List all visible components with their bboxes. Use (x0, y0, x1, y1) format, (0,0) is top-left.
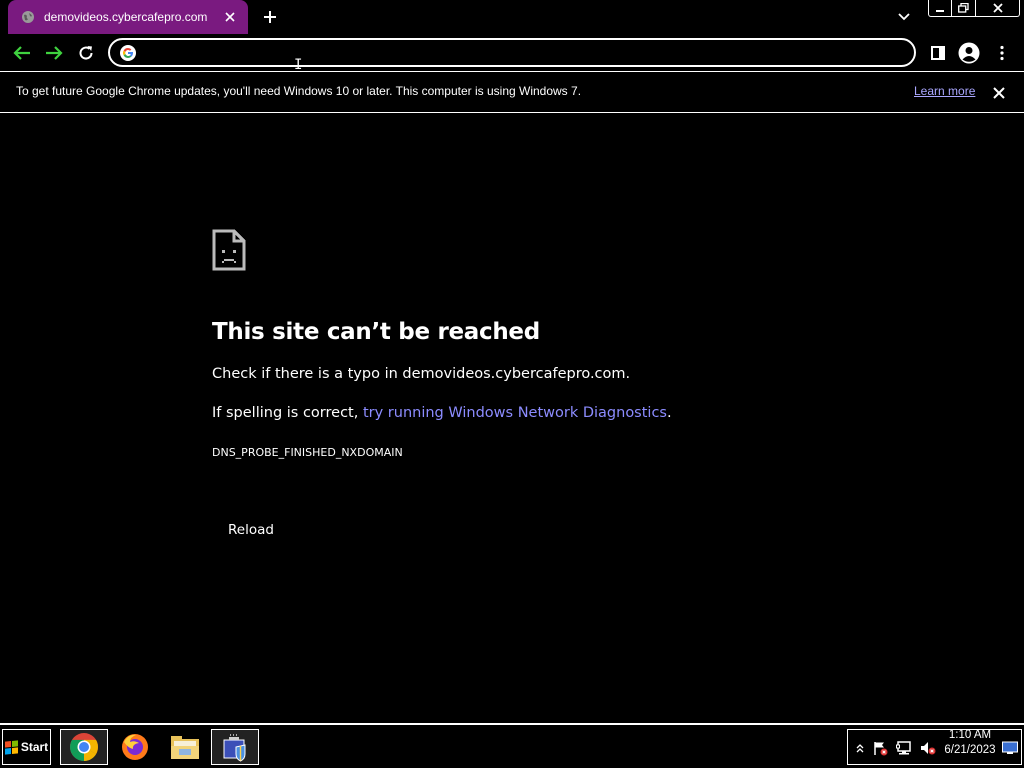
clock-date: 6/21/2023 (944, 744, 996, 756)
typo-hint: Check if there is a typo in demovideos.c… (212, 366, 631, 382)
windows-flag-icon (4, 739, 18, 755)
diagnostics-prefix: If spelling is correct, (212, 405, 363, 421)
minimize-button[interactable] (928, 0, 952, 17)
window-controls (928, 0, 1020, 17)
back-arrow-icon[interactable] (10, 41, 34, 65)
taskbar: Start 1:10 AM 6/21/2023 (0, 723, 1024, 768)
new-tab-button[interactable] (258, 6, 282, 28)
browser-tab[interactable]: demovideos.cybercafepro.com (8, 0, 248, 34)
restore-button[interactable] (952, 0, 976, 17)
tab-search-chevron-icon[interactable] (894, 8, 914, 26)
taskbar-clock[interactable]: 1:10 AM 6/21/2023 (940, 728, 1000, 758)
volume-muted-icon[interactable] (920, 740, 936, 756)
side-panel-icon[interactable] (926, 41, 950, 65)
tab-title: demovideos.cybercafepro.com (44, 10, 208, 24)
globe-icon (20, 9, 36, 25)
chrome-icon[interactable] (60, 729, 108, 765)
update-infobar: To get future Google Chrome updates, you… (0, 72, 1024, 113)
show-hidden-icons-chevron-icon[interactable] (852, 740, 868, 756)
error-heading: This site can’t be reached (212, 319, 540, 345)
clock-time: 1:10 AM (948, 729, 992, 741)
tab-strip: demovideos.cybercafepro.com (0, 0, 1024, 34)
forward-arrow-icon[interactable] (42, 41, 66, 65)
start-button[interactable]: Start (2, 729, 51, 765)
browser-toolbar (0, 34, 1024, 72)
action-center-flag-icon[interactable] (872, 740, 888, 756)
reload-icon[interactable] (74, 41, 98, 65)
address-input[interactable] (142, 40, 914, 65)
show-desktop-icon[interactable] (1002, 740, 1018, 756)
cybercafe-client-icon[interactable] (211, 729, 259, 765)
address-bar[interactable] (108, 38, 916, 67)
firefox-icon[interactable] (111, 729, 159, 765)
file-explorer-icon[interactable] (161, 729, 209, 765)
learn-more-link[interactable]: Learn more (914, 84, 975, 98)
profile-avatar-icon[interactable] (957, 41, 981, 65)
google-g-icon (120, 44, 136, 61)
error-code: DNS_PROBE_FINISHED_NXDOMAIN (212, 446, 403, 459)
text-cursor-icon: I (294, 57, 303, 73)
sad-page-icon (212, 229, 246, 276)
infobar-message: To get future Google Chrome updates, you… (16, 84, 582, 98)
network-diagnostics-link[interactable]: try running Windows Network Diagnostics (363, 405, 667, 421)
network-icon[interactable] (896, 740, 912, 756)
reload-button[interactable]: Reload (212, 515, 290, 545)
close-window-button[interactable] (976, 0, 1020, 17)
menu-kebab-icon[interactable] (990, 41, 1014, 65)
error-page: This site can’t be reached Check if ther… (0, 113, 1024, 723)
diagnostics-suffix: . (666, 405, 672, 421)
start-label: Start (20, 740, 49, 754)
tab-close-icon[interactable] (222, 9, 238, 25)
infobar-close-icon[interactable] (990, 84, 1008, 102)
diagnostics-hint: If spelling is correct, try running Wind… (212, 405, 672, 421)
